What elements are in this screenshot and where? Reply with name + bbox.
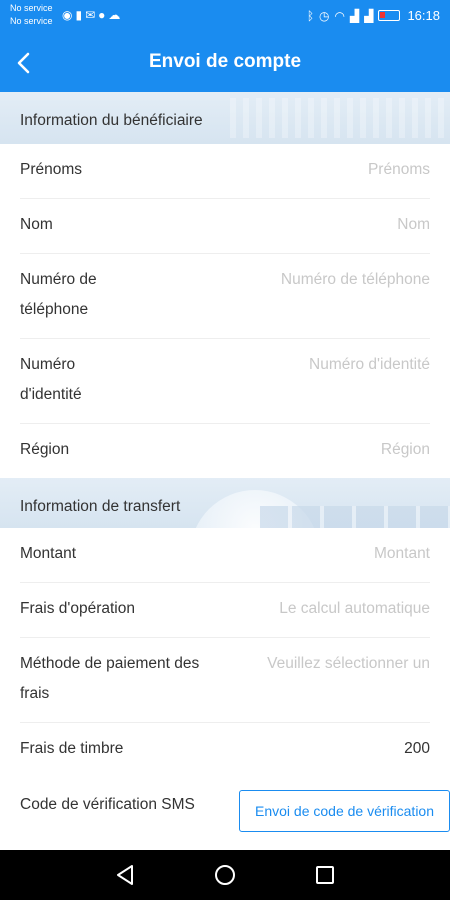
payment-method-select[interactable]: Veuillez sélectionner un xyxy=(267,649,430,679)
field-label: Montant xyxy=(20,545,77,562)
field-row-phone[interactable]: Numéro de téléphone Numéro de téléphone xyxy=(0,254,450,339)
section-title: Information de transfert xyxy=(20,498,181,515)
identity-input[interactable]: Numéro d'identité xyxy=(309,350,430,380)
field-row-montant[interactable]: Montant Montant xyxy=(0,528,450,583)
signal-icon: ▟ xyxy=(364,8,374,23)
sim-icon: ▮ xyxy=(75,8,86,22)
frais-timbre-value: 200 xyxy=(404,740,430,757)
field-label: Méthode de paiement des frais xyxy=(20,655,200,702)
system-nav-bar xyxy=(0,850,450,900)
mail-icon: ✉ xyxy=(85,8,99,22)
field-label: Région xyxy=(20,441,70,458)
notification-icons: ◉▮✉●☁ xyxy=(62,8,123,22)
triangle-back-icon xyxy=(117,865,133,885)
field-label: Nom xyxy=(20,216,53,233)
field-label: Numéro d'identité xyxy=(20,356,82,403)
nav-recents-button[interactable] xyxy=(313,863,337,887)
section-title: Information du bénéficiaire xyxy=(20,112,203,129)
field-row-identity[interactable]: Numéro d'identité Numéro d'identité xyxy=(0,339,450,424)
battery-icon xyxy=(378,10,401,21)
prenoms-input[interactable]: Prénoms xyxy=(368,155,430,185)
page-title: Envoi de compte xyxy=(148,51,302,72)
field-label: Prénoms xyxy=(20,161,83,178)
square-recents-icon xyxy=(316,866,334,884)
wifi-icon: ◠ xyxy=(334,8,345,23)
circle-home-icon xyxy=(215,865,235,885)
clock: 16:18 xyxy=(407,8,440,23)
section-header-transfer: Information de transfert xyxy=(0,478,450,528)
signal-icon: ▟ xyxy=(349,8,360,23)
wifi-calling-icon: ◉ xyxy=(62,8,76,22)
nom-input[interactable]: Nom xyxy=(397,210,430,240)
cloud-icon: ☁ xyxy=(108,8,124,22)
status-bar: No service No service ◉▮✉●☁ ᛒ ◷ ◠ ▟ ▟ 16… xyxy=(0,0,450,34)
field-row-prenoms[interactable]: Prénoms Prénoms xyxy=(0,144,450,199)
system-icons: ᛒ ◷ ◠ ▟ ▟ 16:18 xyxy=(307,8,440,23)
field-label: Frais de timbre xyxy=(20,740,124,757)
montant-input[interactable]: Montant xyxy=(374,539,430,569)
nav-back-button[interactable] xyxy=(113,863,137,887)
nav-home-button[interactable] xyxy=(213,863,237,887)
section-header-beneficiary: Information du bénéficiaire xyxy=(0,92,450,144)
app-header: Envoi de compte xyxy=(0,34,450,92)
send-verification-code-button[interactable]: Envoi de code de vérification xyxy=(239,790,450,832)
header-decoration xyxy=(230,98,450,138)
panels-decoration xyxy=(260,506,450,528)
bluetooth-icon: ᛒ xyxy=(306,8,315,23)
field-row-nom[interactable]: Nom Nom xyxy=(0,199,450,254)
field-row-payment-method[interactable]: Méthode de paiement des frais Veuillez s… xyxy=(0,638,450,723)
field-row-region[interactable]: Région Région xyxy=(0,424,450,479)
region-input[interactable]: Région xyxy=(381,435,430,465)
field-row-frais-operation: Frais d'opération Le calcul automatique xyxy=(0,583,450,638)
frais-operation-value: Le calcul automatique xyxy=(279,600,430,617)
carrier-text: No service No service xyxy=(10,2,53,28)
carrier-label-1: No service xyxy=(10,3,53,13)
field-label: Code de vérification SMS xyxy=(20,796,195,813)
field-label: Frais d'opération xyxy=(20,600,135,617)
field-row-frais-timbre: Frais de timbre 200 xyxy=(0,723,450,778)
field-label: Numéro de téléphone xyxy=(20,271,97,318)
carrier-label-2: No service xyxy=(10,16,53,26)
alarm-icon: ◷ xyxy=(319,8,330,23)
facebook-icon: ● xyxy=(98,8,109,22)
phone-input[interactable]: Numéro de téléphone xyxy=(281,265,430,295)
